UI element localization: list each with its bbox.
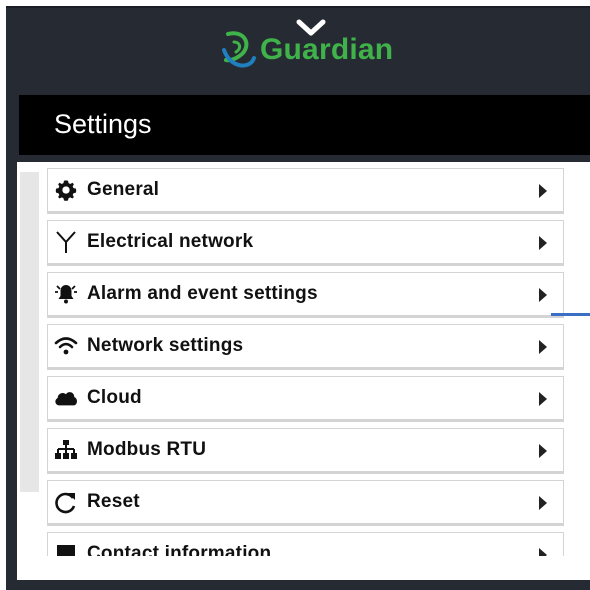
menu-item-alarm-and-event-settings[interactable]: Alarm and event settings (47, 272, 564, 318)
alarm-bell-icon (54, 282, 78, 306)
arrow-right-icon (539, 392, 547, 406)
settings-header: Settings (19, 95, 590, 155)
connector-line (551, 313, 590, 316)
gear-icon (54, 178, 78, 202)
contact-icon (54, 542, 78, 556)
menu-item-label: Cloud (87, 387, 142, 408)
menu-item-label: Contact information (87, 543, 272, 556)
brand-name: Guardian (260, 33, 394, 66)
arrow-right-icon (539, 288, 547, 302)
menu-item-label: Alarm and event settings (87, 283, 318, 304)
menu-item-contact-information[interactable]: Contact information (47, 532, 564, 556)
menu-item-modbus-rtu[interactable]: Modbus RTU (47, 428, 564, 474)
arrow-right-icon (539, 236, 547, 250)
top-border (6, 6, 590, 8)
guardian-logo-icon (222, 31, 256, 68)
menu-item-reset[interactable]: Reset (47, 480, 564, 526)
arrow-right-icon (539, 184, 547, 198)
menu-item-electrical-network[interactable]: Electrical network (47, 220, 564, 266)
scrollbar[interactable] (20, 172, 39, 492)
arrow-right-icon (539, 444, 547, 458)
antenna-icon (54, 230, 78, 254)
settings-panel: General Electrical network Alarm and eve… (17, 162, 590, 580)
menu-item-label: Reset (87, 491, 140, 512)
menu-item-label: Modbus RTU (87, 439, 207, 460)
sitemap-icon (54, 438, 78, 462)
menu-item-label: Electrical network (87, 231, 254, 252)
arrow-right-icon (539, 548, 547, 556)
arrow-right-icon (539, 340, 547, 354)
reset-icon (54, 490, 78, 514)
menu-item-label: General (87, 179, 160, 200)
menu-item-general[interactable]: General (47, 168, 564, 214)
menu-item-label: Network settings (87, 335, 244, 356)
menu-item-cloud[interactable]: Cloud (47, 376, 564, 422)
settings-menu-list: General Electrical network Alarm and eve… (47, 168, 567, 556)
menu-item-network-settings[interactable]: Network settings (47, 324, 564, 370)
wifi-icon (54, 334, 78, 358)
page-title: Settings (54, 109, 152, 139)
brand-logo: Guardian (220, 28, 393, 72)
arrow-right-icon (539, 496, 547, 510)
cloud-icon (54, 386, 78, 410)
